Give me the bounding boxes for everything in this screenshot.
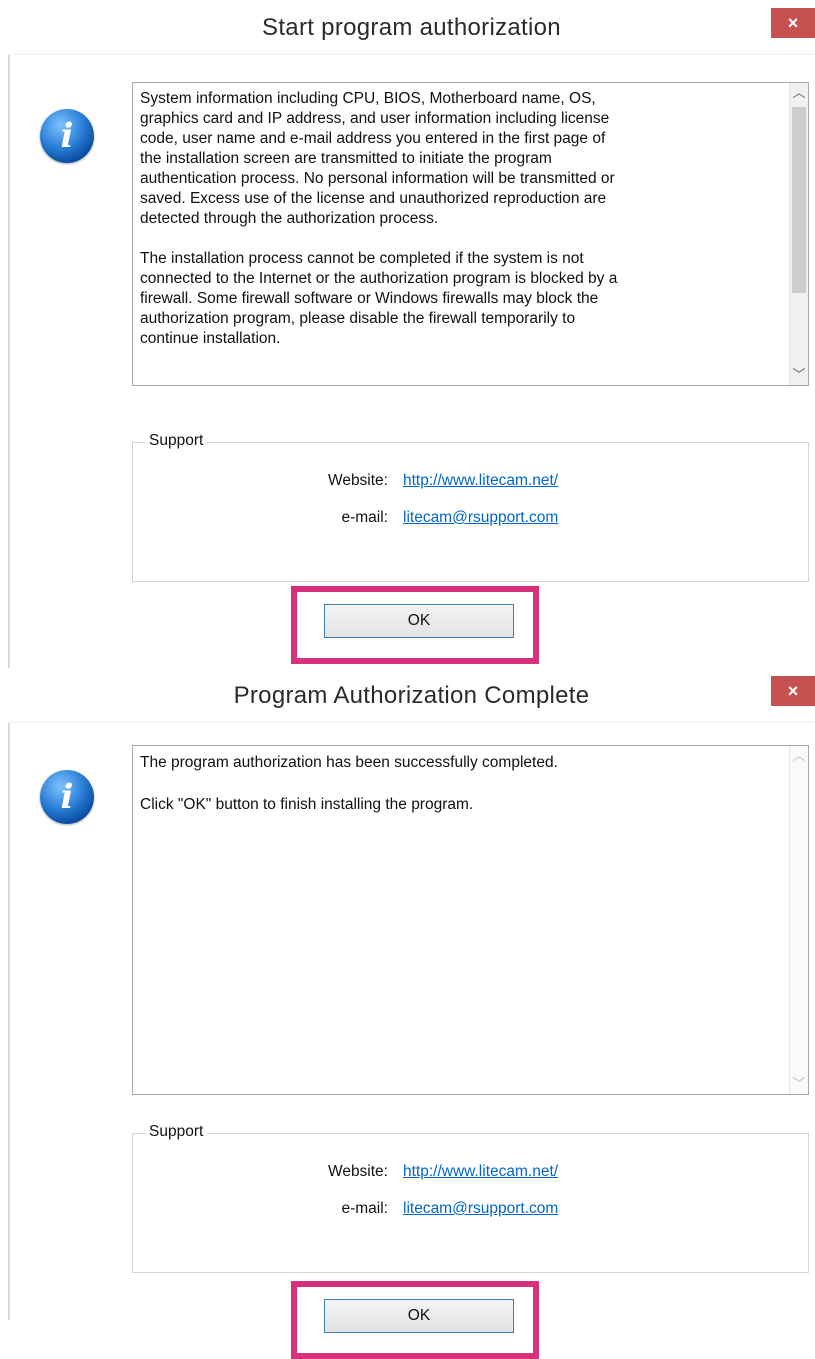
email-link[interactable]: litecam@rsupport.com (403, 1200, 558, 1218)
close-icon: × (787, 681, 799, 701)
info-icon: i (40, 770, 94, 824)
website-link[interactable]: http://www.litecam.net/ (403, 472, 558, 490)
ok-button[interactable]: OK (324, 1299, 514, 1333)
website-label: Website: (327, 1163, 388, 1180)
scroll-up-icon[interactable]: ︿ (790, 746, 808, 766)
close-icon: × (787, 13, 799, 33)
title-bar[interactable]: Start program authorization × (8, 8, 815, 55)
title-bar[interactable]: Program Authorization Complete × (8, 676, 815, 723)
scroll-down-icon[interactable]: ﹀ (790, 1074, 808, 1094)
support-legend: Support (145, 432, 208, 450)
scroll-down-icon[interactable]: ﹀ (790, 365, 808, 385)
dialog-title: Program Authorization Complete (233, 682, 590, 709)
message-textbox[interactable]: System information including CPU, BIOS, … (132, 82, 809, 386)
scroll-up-icon[interactable]: ︿ (790, 83, 808, 103)
authorization-complete-dialog: Program Authorization Complete × i The p… (0, 668, 815, 1359)
dialog-title: Start program authorization (262, 14, 561, 41)
website-label: Website: (327, 472, 388, 489)
ok-button[interactable]: OK (324, 604, 514, 638)
ok-highlight-box: OK (291, 1281, 539, 1359)
dialog-body: i System information including CPU, BIOS… (8, 55, 815, 668)
message-textbox[interactable]: The program authorization has been succe… (132, 745, 809, 1095)
scroll-thumb[interactable] (792, 107, 806, 293)
start-authorization-dialog: Start program authorization × i System i… (0, 0, 815, 668)
support-groupbox: Support Website: http://www.litecam.net/… (132, 1123, 809, 1273)
close-button[interactable]: × (771, 8, 815, 38)
website-link[interactable]: http://www.litecam.net/ (403, 1163, 558, 1181)
vertical-scrollbar[interactable]: ︿ ﹀ (789, 83, 808, 385)
close-button[interactable]: × (771, 676, 815, 706)
email-label: e-mail: (341, 1200, 388, 1217)
dialog-body: i The program authorization has been suc… (8, 723, 815, 1359)
email-link[interactable]: litecam@rsupport.com (403, 509, 558, 527)
message-text: System information including CPU, BIOS, … (140, 90, 618, 347)
support-legend: Support (145, 1123, 208, 1141)
message-text: The program authorization has been succe… (140, 754, 558, 813)
support-groupbox: Support Website: http://www.litecam.net/… (132, 432, 809, 582)
ok-highlight-box: OK (291, 586, 539, 664)
email-label: e-mail: (341, 509, 388, 526)
vertical-scrollbar[interactable]: ︿ ﹀ (789, 746, 808, 1094)
info-icon: i (40, 109, 94, 163)
